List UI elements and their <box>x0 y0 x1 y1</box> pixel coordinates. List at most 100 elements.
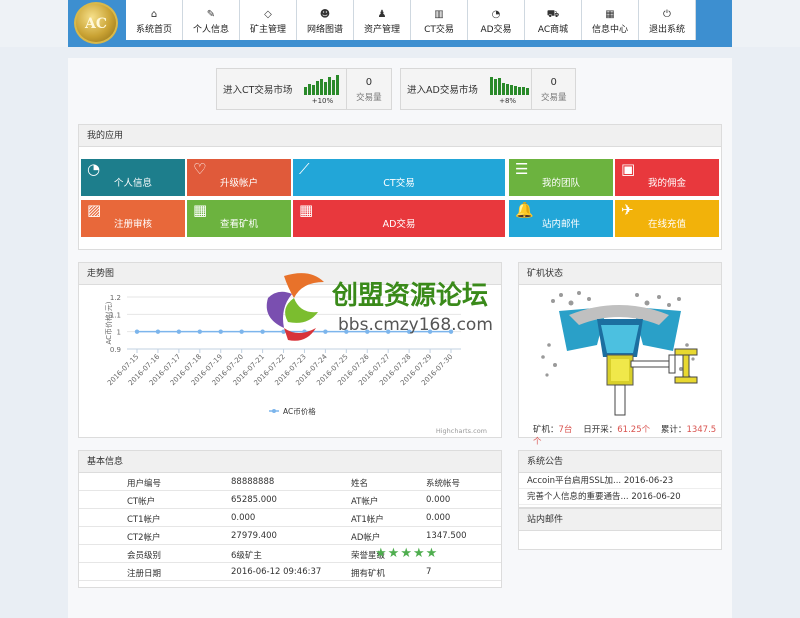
spark-bar <box>332 80 336 95</box>
app-tile-2[interactable]: ⟋ CT交易 <box>293 159 505 196</box>
spark-bar <box>505 84 509 95</box>
watermark-url: bbs.cmzy168.com <box>338 315 493 335</box>
nav-label: AC商城 <box>537 25 569 35</box>
watermark-title: 创盟资源论坛 <box>331 281 488 311</box>
info-row: 会员级别 6级矿主 荣誉星级 ★★★★★ <box>79 545 501 563</box>
info-value: 65285.000 <box>231 495 277 505</box>
machine-stats: 矿机：7台 日开采：61.25个 累计：1347.5个 <box>519 423 721 447</box>
app-tile-1[interactable]: ♡ 升级帐户 <box>187 159 291 196</box>
basic-info-table: 用户编号 88888888 姓名 系统帐号 CT帐户 65285.000 AT帐户 0.000… <box>79 473 501 581</box>
dashboard-icon: ◔ <box>491 9 501 20</box>
info-row: CT1帐户 0.000 AT1帐户 0.000 <box>79 509 501 527</box>
info-key: CT2帐户 <box>127 533 161 543</box>
machine-count: 7台 <box>558 425 573 435</box>
info-key: CT帐户 <box>127 497 156 507</box>
ad-market-card[interactable]: 进入AD交易市场 +8% 0 交易量 <box>400 68 576 110</box>
data-point <box>176 329 182 334</box>
notice-text: Accoin平台启用SSL加... <box>527 476 622 486</box>
chart-credit: Highcharts.com <box>436 427 487 435</box>
data-point <box>239 329 244 334</box>
spark-bar <box>320 79 324 95</box>
data-point <box>134 329 140 334</box>
app-tile-3[interactable]: ☰ 我的团队 <box>509 159 613 196</box>
info-key: 用户编号 <box>127 479 162 489</box>
info-row: CT2帐户 27979.400 AD帐户 1347.500 <box>79 527 501 545</box>
nav-item-0[interactable]: ⌂ 系统首页 <box>126 0 183 40</box>
nav-item-1[interactable]: ✎ 个人信息 <box>183 0 240 40</box>
ct-market-card[interactable]: 进入CT交易市场 +10% 0 交易量 <box>216 68 392 110</box>
nav-label: 资产管理 <box>363 25 400 35</box>
users-icon: ☻ <box>319 9 331 20</box>
nav-label: CT交易 <box>424 25 454 35</box>
nav-item-4[interactable]: ♟ 资产管理 <box>354 0 411 40</box>
ct-volume-caption: 交易量 <box>356 93 382 103</box>
nav-item-8[interactable]: ▦ 信息中心 <box>582 0 639 40</box>
star-icon: ★ <box>425 546 438 561</box>
spark-bar <box>521 87 525 95</box>
app-tile-6[interactable]: ▦ 查看矿机 <box>187 200 291 237</box>
legend-marker <box>272 409 276 413</box>
user-icon: ♟ <box>377 9 387 20</box>
nav-item-6[interactable]: ◔ AD交易 <box>468 0 525 40</box>
machine-total-label: 累计： <box>660 425 687 435</box>
power-icon: ⏻ <box>663 9 671 20</box>
home-icon: ⌂ <box>150 9 158 20</box>
crusher-illustration <box>541 291 698 416</box>
app-tile-9[interactable]: ✈ 在线充值 <box>615 200 719 237</box>
spark-bar <box>336 75 340 95</box>
logo[interactable]: AC <box>74 2 118 44</box>
ct-market-pct: +10% <box>311 97 334 105</box>
notice-item[interactable]: 完善个人信息的重要通告... 2016-06-20 <box>519 489 721 505</box>
spark-bar <box>324 82 328 95</box>
ct-sparkline: +10% <box>298 73 346 105</box>
y-tick-label: 1.2 <box>110 294 121 302</box>
info-key: 姓名 <box>351 479 369 489</box>
app-tile-4[interactable]: ▣ 我的佣金 <box>615 159 719 196</box>
info-key: AT帐户 <box>351 497 379 507</box>
nav-label: AD交易 <box>480 25 512 35</box>
machine-title: 矿机状态 <box>519 263 721 285</box>
info-row: CT帐户 65285.000 AT帐户 0.000 <box>79 491 501 509</box>
diamond-icon: ◇ <box>264 9 272 20</box>
info-key: 会员级别 <box>127 551 162 561</box>
info-value: 2016-06-12 09:46:37 <box>231 567 322 577</box>
app-tile-label: 在线充值 <box>647 219 686 230</box>
spark-bar <box>509 85 513 95</box>
top-bar: AC ⌂ 系统首页 ✎ 个人信息 ◇ 矿主管理 ☻ 网络图谱 ♟ 资产管理 ▥ CT交易 ◔ AD交易 ⛟ A… <box>0 0 800 47</box>
info-row: 注册日期 2016-06-12 09:46:37 拥有矿机 7 <box>79 563 501 581</box>
nav-item-3[interactable]: ☻ 网络图谱 <box>297 0 354 40</box>
nav-item-9[interactable]: ⏻ 退出系统 <box>639 0 696 40</box>
bar-chart-icon: ▥ <box>434 9 444 20</box>
machine-daily: 61.25个 <box>617 425 651 435</box>
spark-bar <box>328 77 332 95</box>
nav-label: 系统首页 <box>135 25 172 35</box>
info-value: 系统帐号 <box>426 479 461 489</box>
app-tile-8[interactable]: 🔔 站内邮件 <box>509 200 613 237</box>
app-tile-5[interactable]: ▨ 注册审核 <box>81 200 185 237</box>
app-tile-label: CT交易 <box>383 178 415 189</box>
ad-sparkline: +8% <box>484 73 532 105</box>
star-icon: ★ <box>375 546 387 561</box>
data-point <box>155 329 161 334</box>
notice-item[interactable]: Accoin平台启用SSL加... 2016-06-23 <box>519 473 721 489</box>
nav-label: 个人信息 <box>192 25 229 35</box>
spark-bar <box>493 79 497 95</box>
nav-item-2[interactable]: ◇ 矿主管理 <box>240 0 297 40</box>
nav-label: 退出系统 <box>648 25 685 35</box>
spark-bar <box>316 81 320 95</box>
app-tile-7[interactable]: ▦ AD交易 <box>293 200 505 237</box>
spark-bar <box>489 77 493 95</box>
spark-bar <box>304 87 308 95</box>
nav-item-5[interactable]: ▥ CT交易 <box>411 0 468 40</box>
machine-daily-label: 日开采： <box>583 425 618 435</box>
my-apps-title: 我的应用 <box>79 125 721 147</box>
info-value: 0.000 <box>426 513 451 523</box>
y-tick-label: 1 <box>117 329 121 337</box>
nav-item-7[interactable]: ⛟ AC商城 <box>525 0 582 40</box>
info-key: 注册日期 <box>127 569 162 579</box>
notice-date: 2016-06-20 <box>631 492 681 502</box>
notice-text: 完善个人信息的重要通告... <box>527 492 629 502</box>
ct-volume: 0 交易量 <box>346 69 390 109</box>
ad-volume-value: 0 <box>550 77 557 88</box>
app-tile-0[interactable]: ◔ 个人信息 <box>81 159 185 196</box>
